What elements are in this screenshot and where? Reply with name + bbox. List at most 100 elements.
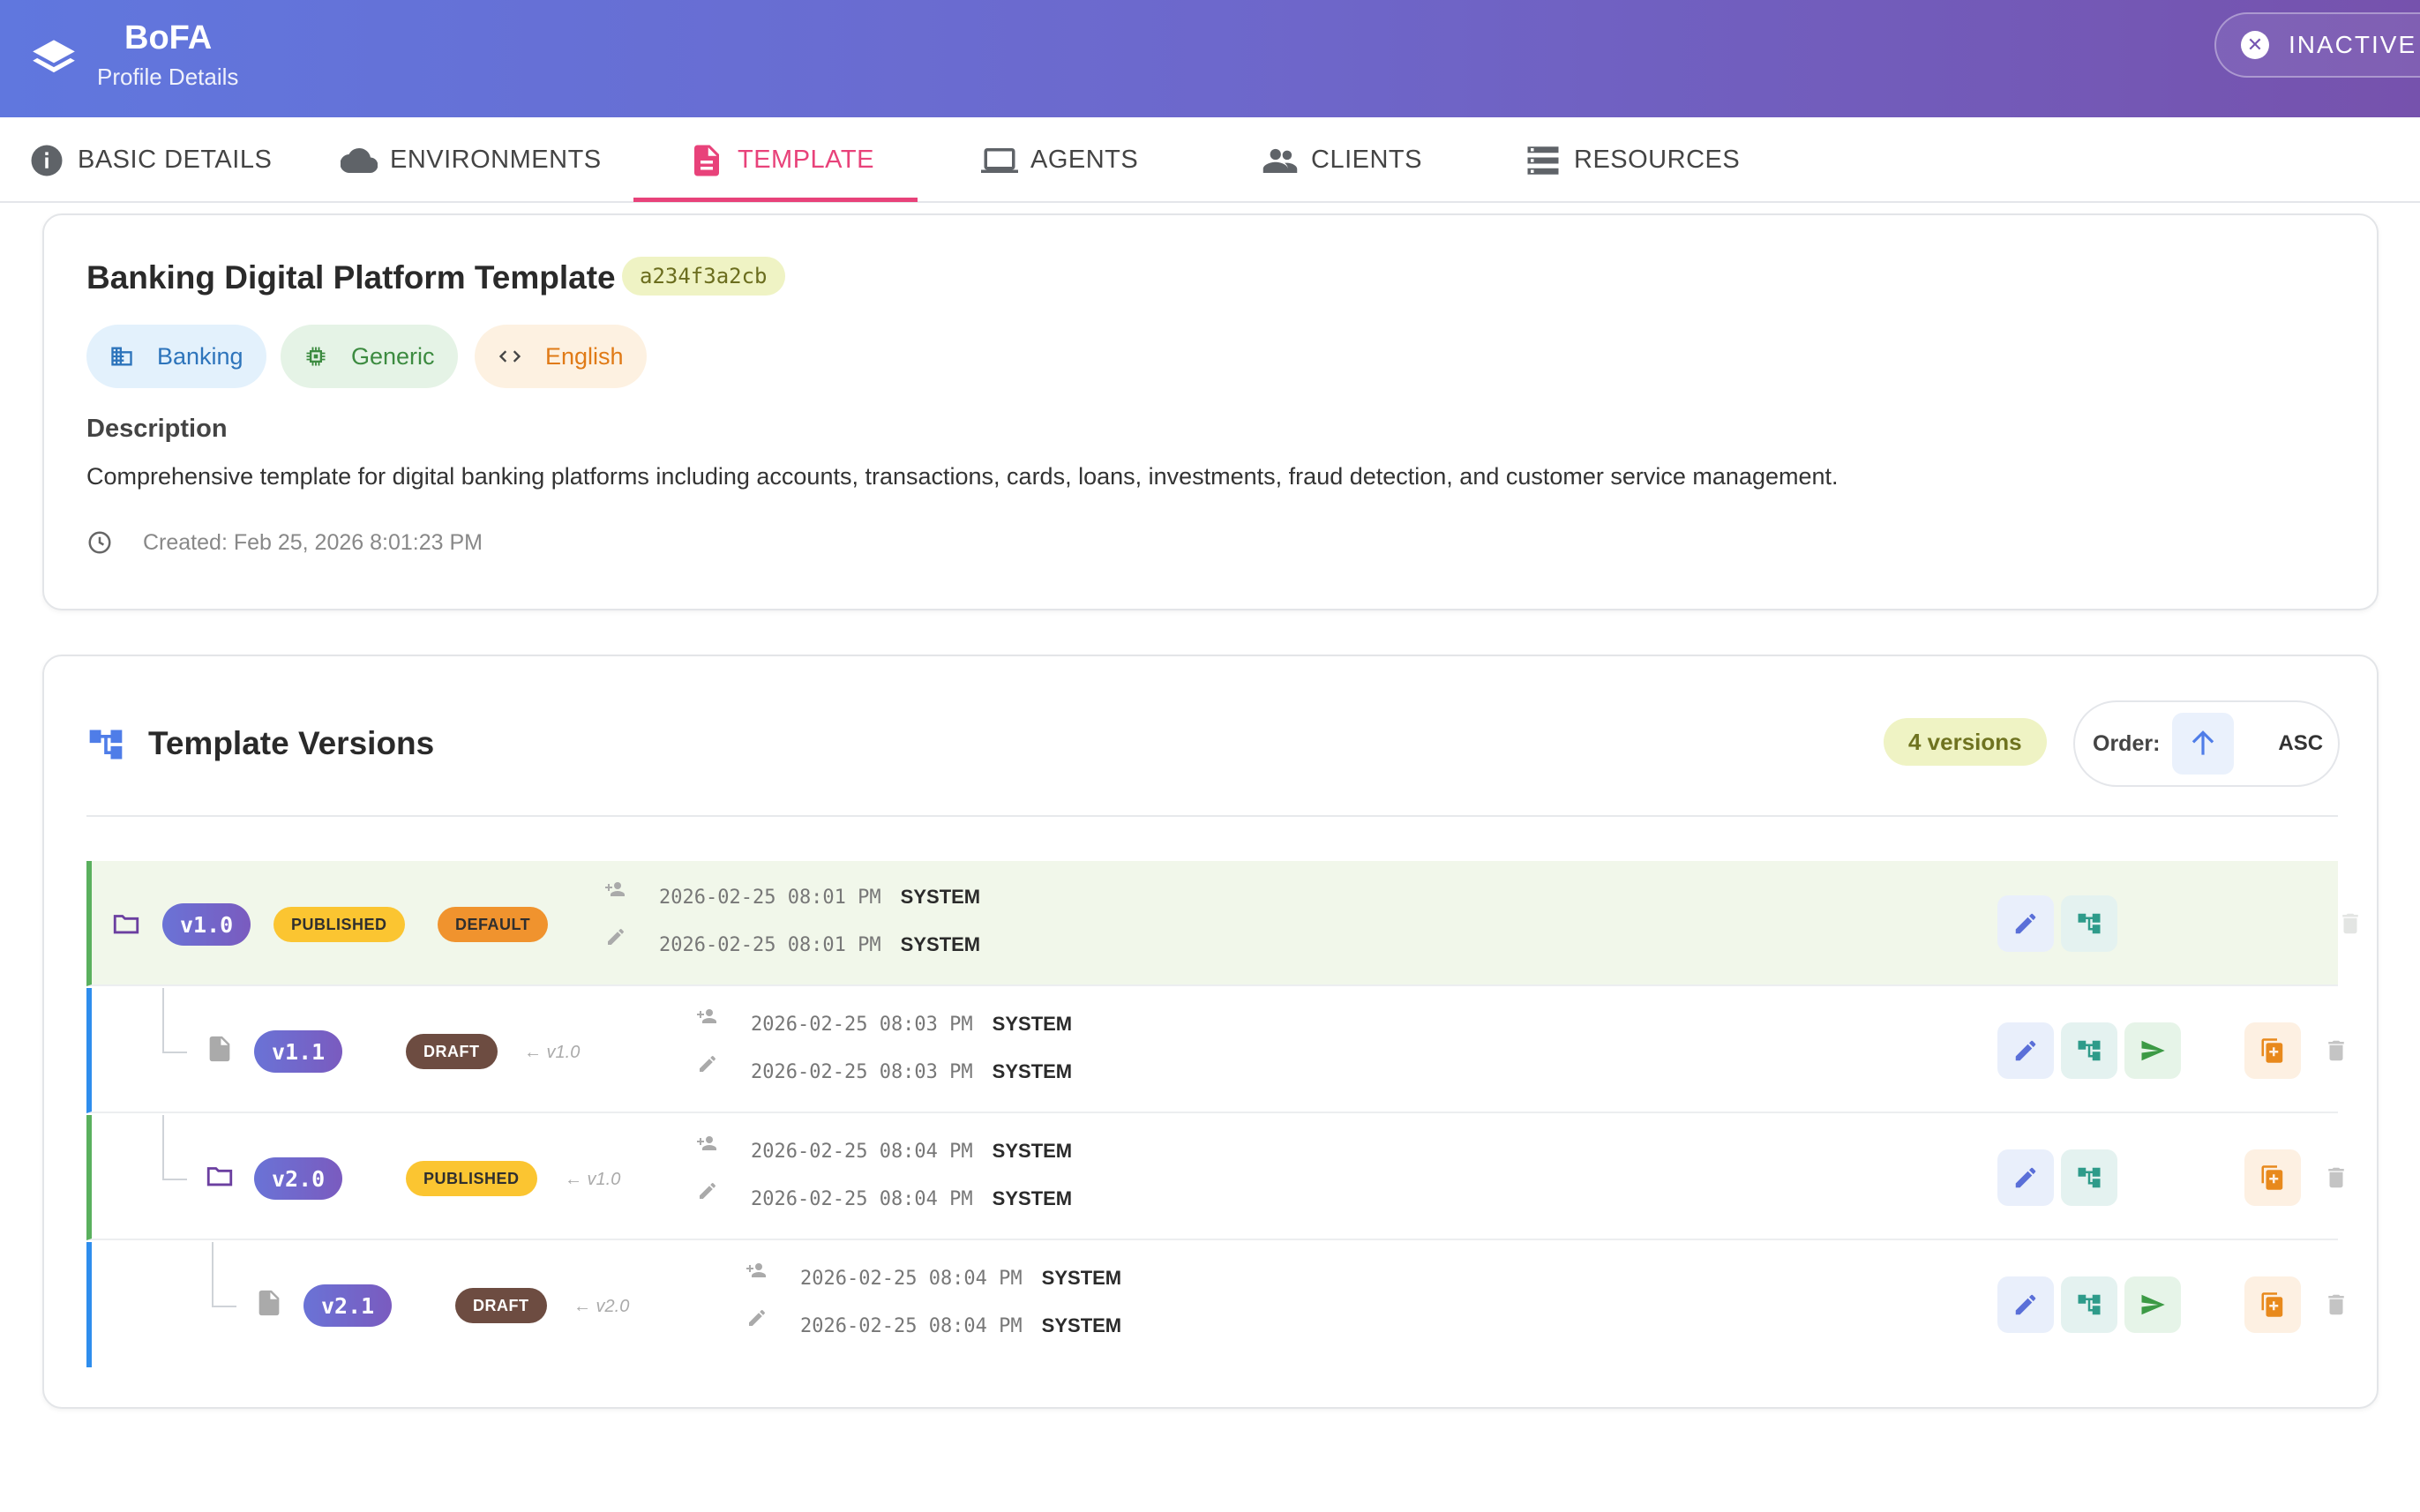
version-row[interactable]: v1.1 DRAFT ← v1.0 2026-02-25 08:03 PM SYS… (86, 988, 2344, 1113)
delete-version-button[interactable] (2308, 1149, 2364, 1206)
tab-basic-details[interactable]: BASIC DETAILS (28, 117, 272, 203)
people-icon (1262, 148, 1298, 173)
account-tree-icon (2078, 1040, 2101, 1061)
edit-version-button[interactable] (1997, 1149, 2054, 1206)
view-tree-button[interactable] (2061, 1022, 2117, 1079)
person-add-icon (697, 1009, 716, 1023)
language-chip: English (475, 325, 647, 388)
file-icon (258, 1290, 280, 1316)
account-tree-icon (2078, 1167, 2101, 1188)
tab-environments[interactable]: ENVIRONMENTS (341, 117, 602, 203)
trash-icon (2328, 1167, 2344, 1188)
info-icon (31, 145, 63, 176)
tree-connector (162, 1115, 164, 1179)
account-tree-icon (2078, 1294, 2101, 1315)
trash-icon (2328, 1294, 2344, 1315)
sort-order-button[interactable] (2172, 713, 2235, 775)
copy-icon (2261, 1165, 2283, 1190)
status-badge-default: DEFAULT (438, 907, 549, 942)
person-add-icon (697, 1136, 716, 1150)
updated-info: 2026-02-25 08:03 PM SYSTEM (751, 1060, 1073, 1083)
account-tree-icon (2078, 913, 2101, 934)
tree-connector (162, 1179, 187, 1180)
cloud-icon (341, 147, 378, 173)
version-badge: v1.0 (162, 903, 251, 946)
version-badge: v2.1 (303, 1284, 393, 1327)
pencil-icon (2015, 1040, 2036, 1061)
tab-bar: BASIC DETAILS ENVIRONMENTS TEMPLATE AGEN… (0, 117, 2420, 203)
edit-version-button[interactable] (1997, 1276, 2054, 1333)
status-label: INACTIVE (2289, 31, 2417, 58)
tab-template[interactable]: TEMPLATE (688, 117, 874, 203)
view-tree-button[interactable] (2061, 895, 2117, 952)
copy-icon (2261, 1292, 2283, 1317)
order-value: ASC (2278, 731, 2324, 755)
document-icon (694, 145, 719, 176)
parent-version-ref: ← v2.0 (573, 1297, 630, 1316)
order-label: Order: (2093, 730, 2161, 756)
delete-version-button[interactable] (2308, 1022, 2364, 1079)
edit-small-icon (700, 1056, 716, 1072)
status-badge-draft: DRAFT (455, 1288, 547, 1323)
edit-small-icon (608, 929, 624, 945)
updated-info: 2026-02-25 08:01 PM SYSTEM (659, 933, 981, 956)
trash-icon (2328, 1040, 2344, 1061)
status-badge-draft: DRAFT (406, 1034, 498, 1069)
created-info: 2026-02-25 08:04 PM SYSTEM (751, 1140, 1073, 1163)
send-icon (2141, 1040, 2165, 1061)
publish-version-button[interactable] (2124, 1022, 2181, 1079)
updated-info: 2026-02-25 08:04 PM SYSTEM (800, 1314, 1122, 1337)
layers-icon (33, 40, 75, 73)
close-circle-icon: ✕ (2241, 31, 2269, 59)
parent-version-ref: ← v1.0 (565, 1170, 621, 1189)
account-tree-icon (89, 730, 123, 760)
version-row[interactable]: v2.1 DRAFT ← v2.0 2026-02-25 08:04 PM SYS… (86, 1242, 2344, 1367)
tree-connector (162, 1052, 187, 1053)
tab-resources[interactable]: RESOURCES (1525, 117, 1740, 203)
person-add-icon (746, 1263, 766, 1277)
status-toggle[interactable]: ✕ INACTIVE (2214, 12, 2420, 78)
description-heading: Description (86, 415, 228, 443)
delete-version-button[interactable] (2322, 895, 2379, 952)
created-timestamp: Created: Feb 25, 2026 8:01:23 PM (86, 529, 483, 556)
created-info: 2026-02-25 08:01 PM SYSTEM (659, 886, 981, 909)
folder-icon (113, 915, 139, 934)
tree-connector (212, 1242, 214, 1306)
edit-small-icon (700, 1183, 716, 1199)
tab-agents[interactable]: AGENTS (981, 117, 1138, 203)
app-subtitle: Profile Details (97, 64, 239, 90)
updated-info: 2026-02-25 08:04 PM SYSTEM (751, 1187, 1073, 1210)
template-name: Banking Digital Platform Template (86, 259, 616, 296)
chip-icon (306, 347, 326, 366)
created-info: 2026-02-25 08:03 PM SYSTEM (751, 1013, 1073, 1036)
duplicate-version-button[interactable] (2244, 1022, 2301, 1079)
view-tree-button[interactable] (2061, 1276, 2117, 1333)
order-control: Order: ASC (2073, 700, 2340, 787)
duplicate-version-button[interactable] (2244, 1149, 2301, 1206)
versions-title: Template Versions (148, 725, 435, 761)
version-row[interactable]: v1.0 PUBLISHED DEFAULT 2026-02-25 08:01 … (86, 861, 2358, 986)
file-icon (209, 1036, 230, 1062)
duplicate-version-button[interactable] (2244, 1276, 2301, 1333)
edit-version-button[interactable] (1997, 1022, 2054, 1079)
industry-chip: Banking (86, 325, 266, 388)
version-row[interactable]: v2.0 PUBLISHED ← v1.0 2026-02-25 08:04 P… (86, 1115, 2344, 1240)
version-badge: v2.0 (254, 1157, 343, 1200)
view-tree-button[interactable] (2061, 1149, 2117, 1206)
pencil-icon (2015, 1167, 2036, 1188)
send-icon (2141, 1294, 2165, 1315)
tree-connector (212, 1306, 236, 1307)
delete-version-button[interactable] (2308, 1276, 2364, 1333)
section-divider (86, 815, 2338, 817)
edit-version-button[interactable] (1997, 895, 2054, 952)
parent-version-ref: ← v1.0 (524, 1043, 581, 1062)
person-add-icon (605, 882, 625, 896)
tree-connector (162, 988, 164, 1052)
status-badge-published: PUBLISHED (406, 1161, 537, 1196)
tab-clients[interactable]: CLIENTS (1262, 117, 1422, 203)
status-badge-published: PUBLISHED (273, 907, 405, 942)
version-badge: v1.1 (254, 1030, 343, 1073)
app-title: BoFA (124, 19, 213, 56)
publish-version-button[interactable] (2124, 1276, 2181, 1333)
clock-icon (88, 531, 111, 554)
